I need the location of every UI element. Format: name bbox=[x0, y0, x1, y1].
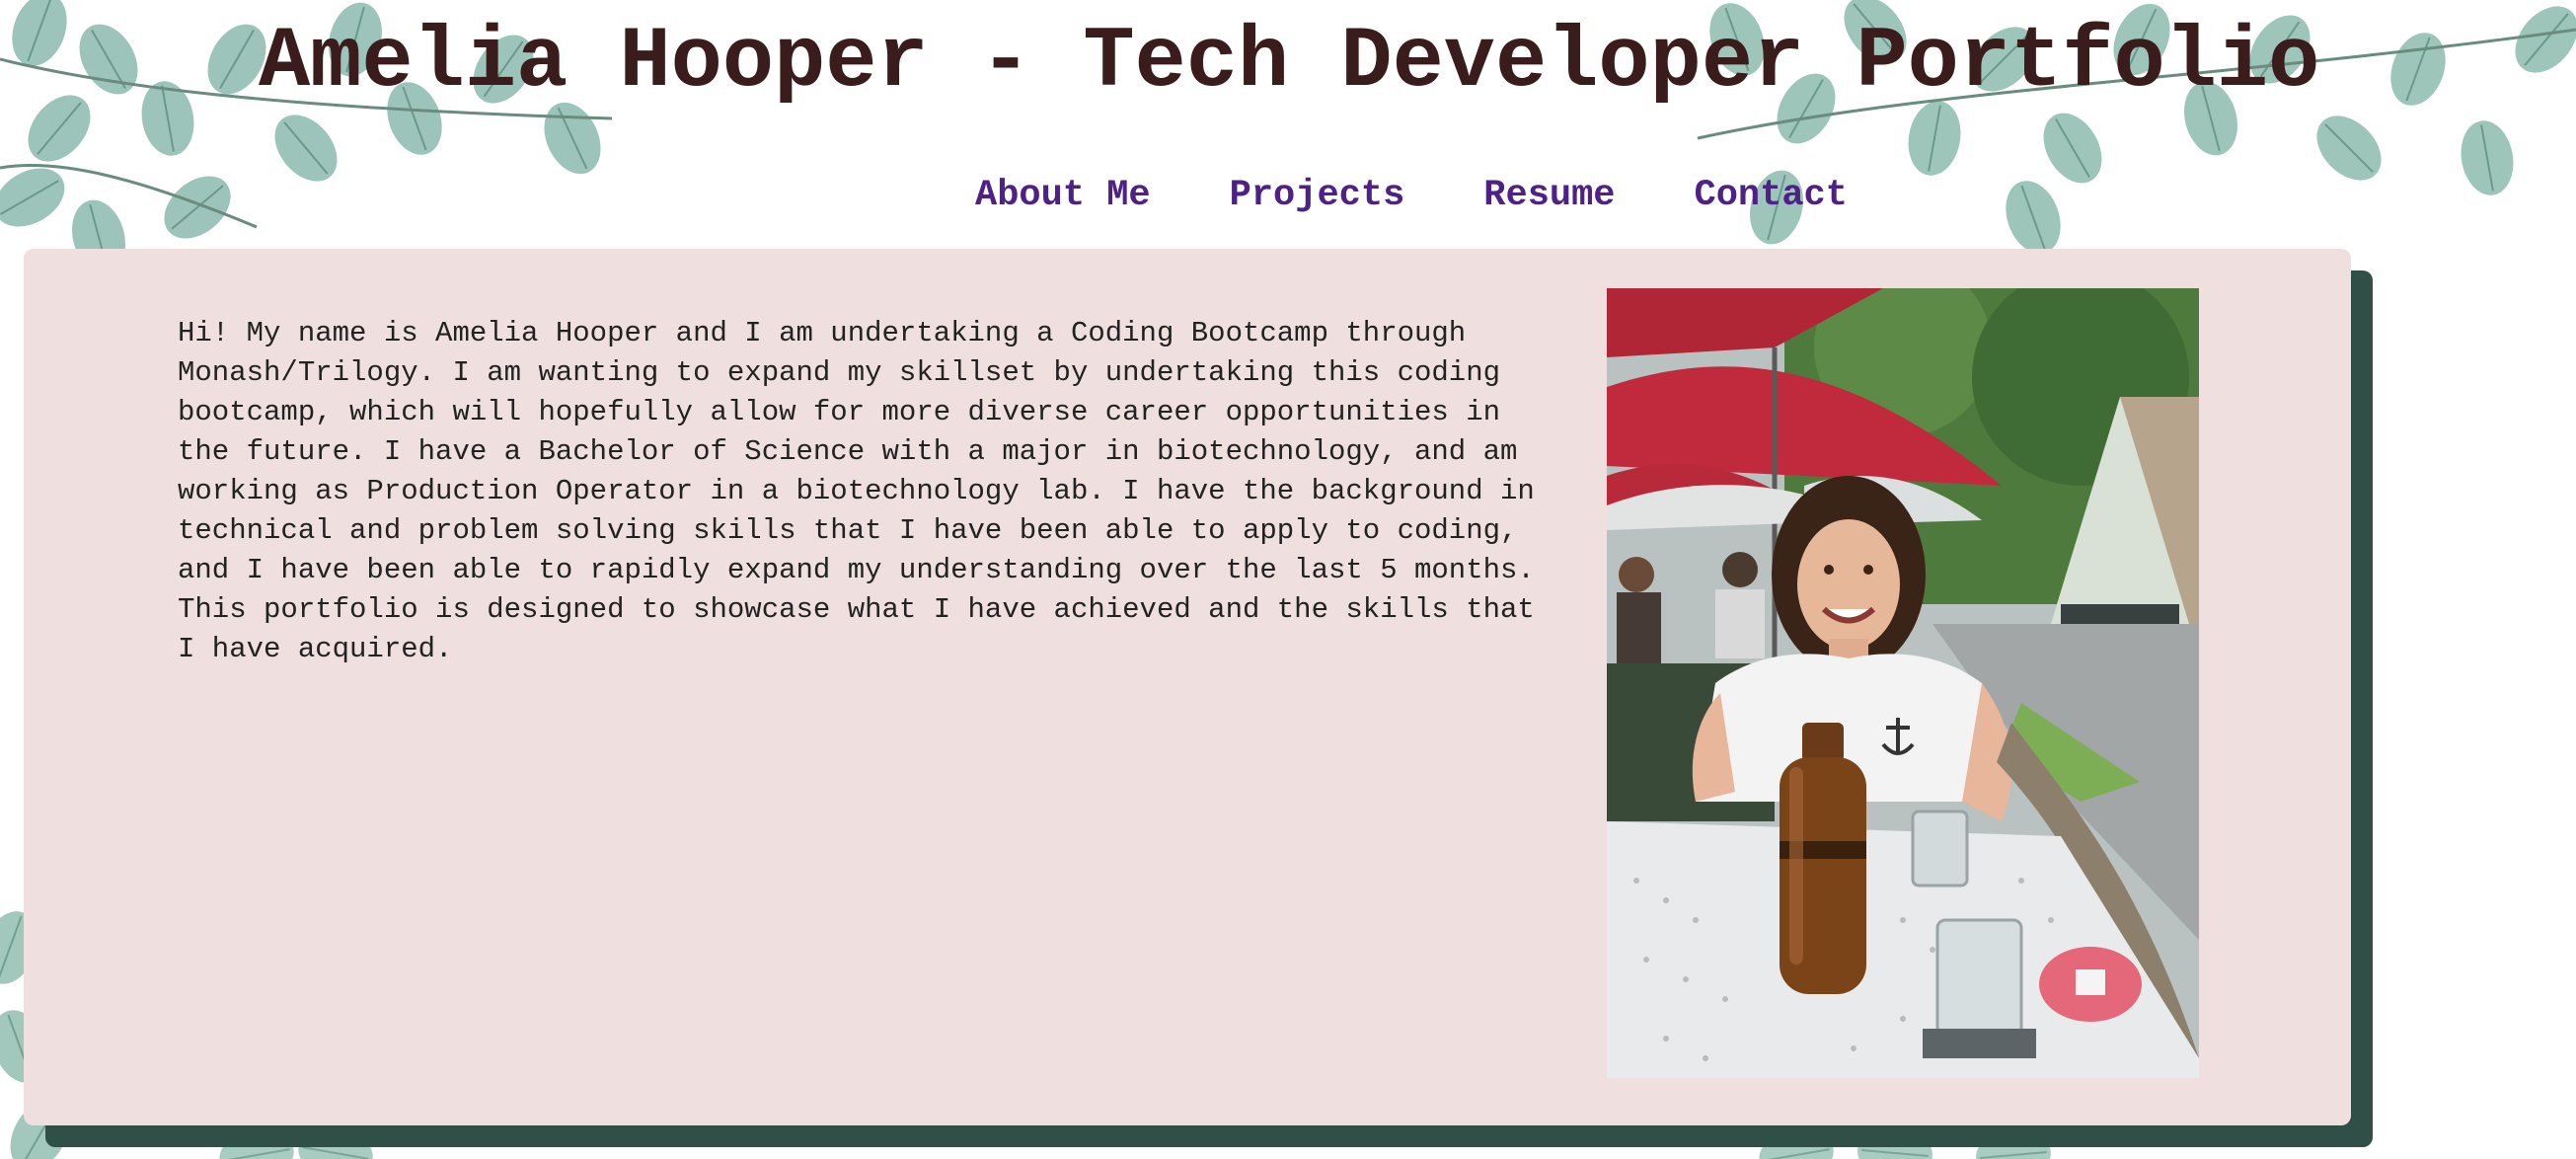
nav-link-resume[interactable]: Resume bbox=[1483, 168, 1615, 223]
nav-link-about-me[interactable]: About Me bbox=[975, 168, 1151, 223]
profile-photo bbox=[1607, 288, 2199, 1078]
main-nav: About Me Projects Resume Contact bbox=[975, 168, 1848, 223]
nav-link-projects[interactable]: Projects bbox=[1230, 168, 1405, 223]
profile-photo-image bbox=[1607, 288, 2199, 1078]
site-header: Amelia Hooper - Tech Developer Portfolio… bbox=[0, 0, 2576, 247]
page-title: Amelia Hooper - Tech Developer Portfolio bbox=[259, 15, 2320, 112]
about-card: Hi! My name is Amelia Hooper and I am un… bbox=[24, 249, 2351, 1125]
about-paragraph: Hi! My name is Amelia Hooper and I am un… bbox=[178, 317, 1535, 665]
nav-link-contact[interactable]: Contact bbox=[1695, 168, 1848, 223]
